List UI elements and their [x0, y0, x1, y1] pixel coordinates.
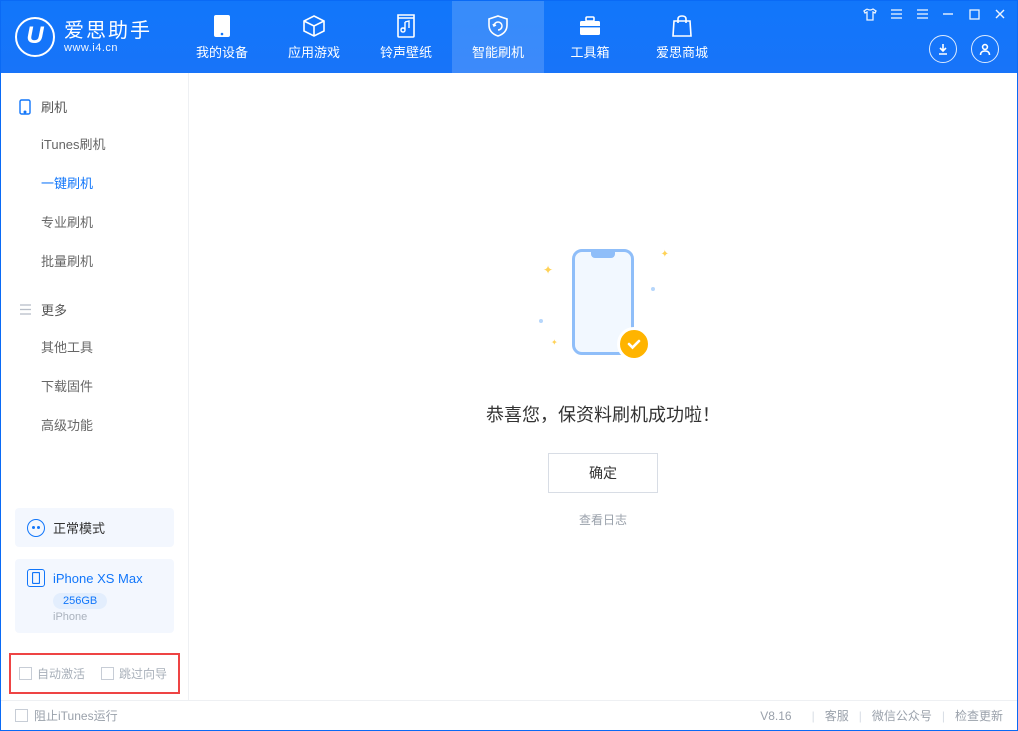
check-auto-activate[interactable]: 自动激活 [19, 665, 85, 682]
success-illustration: ✦ ✦ ✦ [523, 245, 683, 375]
success-title: 恭喜您，保资料刷机成功啦！ [486, 401, 720, 427]
device-name: iPhone XS Max [53, 571, 143, 586]
body: 刷机 iTunes刷机 一键刷机 专业刷机 批量刷机 更多 其他工具 下载固件 … [1, 73, 1017, 700]
header-right [929, 35, 999, 63]
menu-icon[interactable] [915, 7, 929, 21]
sidebar-item-pro-flash[interactable]: 专业刷机 [1, 202, 188, 241]
bag-icon [668, 13, 696, 39]
sidebar-item-batch-flash[interactable]: 批量刷机 [1, 241, 188, 280]
sparkle-icon: ✦ [543, 263, 553, 277]
device-card[interactable]: iPhone XS Max 256GB iPhone [15, 559, 174, 633]
toolbox-icon [576, 13, 604, 39]
support-link[interactable]: 客服 [825, 707, 849, 724]
nav-ringtones[interactable]: 铃声壁纸 [360, 1, 452, 73]
checkmark-badge-icon [617, 327, 651, 361]
mode-card[interactable]: 正常模式 [15, 508, 174, 547]
sidebar-item-other-tools[interactable]: 其他工具 [1, 327, 188, 366]
header: U 爱思助手 www.i4.cn 我的设备 应用游戏 铃声壁纸 智能刷机 [1, 1, 1017, 73]
device-small-icon [27, 569, 45, 587]
check-block-itunes[interactable]: 阻止iTunes运行 [15, 707, 118, 724]
main-content: ✦ ✦ ✦ 恭喜您，保资料刷机成功啦！ 确定 查看日志 [189, 73, 1017, 700]
cube-icon [300, 13, 328, 39]
highlighted-options: 自动激活 跳过向导 [9, 653, 180, 694]
checkbox-icon [15, 709, 28, 722]
sidebar-item-advanced[interactable]: 高级功能 [1, 405, 188, 444]
sparkle-icon: ✦ [661, 249, 669, 260]
version-label: V8.16 [760, 709, 791, 723]
nav-smart-flash[interactable]: 智能刷机 [452, 1, 544, 73]
mode-label: 正常模式 [53, 518, 105, 537]
app-title: 爱思助手 [64, 20, 152, 42]
checkbox-icon [101, 667, 114, 680]
phone-small-icon [17, 99, 33, 115]
nav-my-device[interactable]: 我的设备 [176, 1, 268, 73]
update-link[interactable]: 检查更新 [955, 707, 1003, 724]
account-button[interactable] [971, 35, 999, 63]
tshirt-icon[interactable] [863, 7, 877, 21]
maximize-icon[interactable] [967, 7, 981, 21]
mode-icon [27, 519, 45, 537]
logo[interactable]: U 爱思助手 www.i4.cn [1, 1, 170, 73]
device-type: iPhone [53, 611, 162, 623]
minimize-icon[interactable] [941, 7, 955, 21]
sparkle-icon: ✦ [551, 338, 558, 347]
download-button[interactable] [929, 35, 957, 63]
close-icon[interactable] [993, 7, 1007, 21]
view-log-link[interactable]: 查看日志 [579, 511, 627, 528]
nav-apps-games[interactable]: 应用游戏 [268, 1, 360, 73]
sidebar-item-download-firmware[interactable]: 下载固件 [1, 366, 188, 405]
sidebar-item-itunes-flash[interactable]: iTunes刷机 [1, 124, 188, 163]
list-icon[interactable] [889, 7, 903, 21]
device-capacity: 256GB [53, 593, 107, 609]
nav-toolbox[interactable]: 工具箱 [544, 1, 636, 73]
checkbox-icon [19, 667, 32, 680]
statusbar: 阻止iTunes运行 V8.16 | 客服 | 微信公众号 | 检查更新 [1, 700, 1017, 730]
refresh-shield-icon [484, 13, 512, 39]
lines-icon [17, 302, 33, 318]
titlebar-controls [863, 7, 1007, 21]
music-icon [392, 13, 420, 39]
wechat-link[interactable]: 微信公众号 [872, 707, 932, 724]
sidebar: 刷机 iTunes刷机 一键刷机 专业刷机 批量刷机 更多 其他工具 下载固件 … [1, 73, 189, 700]
logo-icon: U [15, 17, 55, 57]
nav-store[interactable]: 爱思商城 [636, 1, 728, 73]
app-window: U 爱思助手 www.i4.cn 我的设备 应用游戏 铃声壁纸 智能刷机 [0, 0, 1018, 731]
app-subtitle: www.i4.cn [64, 42, 152, 54]
ok-button[interactable]: 确定 [548, 453, 658, 493]
sidebar-section-more: 更多 [1, 292, 188, 327]
device-icon [208, 13, 236, 39]
sidebar-item-oneclick-flash[interactable]: 一键刷机 [1, 163, 188, 202]
check-skip-guide[interactable]: 跳过向导 [101, 665, 167, 682]
main-nav: 我的设备 应用游戏 铃声壁纸 智能刷机 工具箱 爱思商城 [176, 1, 728, 73]
sidebar-section-flash: 刷机 [1, 89, 188, 124]
